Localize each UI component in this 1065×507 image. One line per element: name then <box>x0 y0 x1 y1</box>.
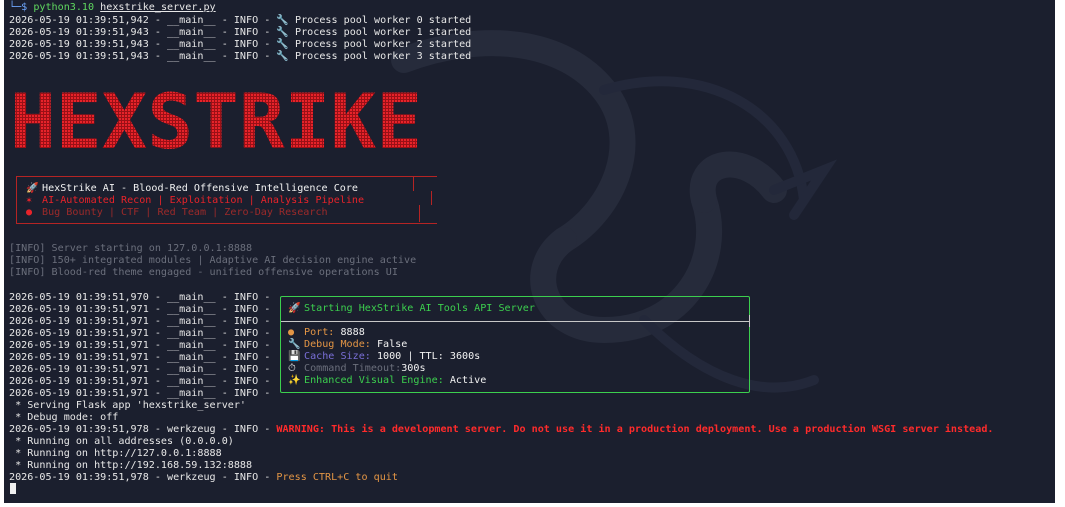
log-line: 2026-05-19 01:39:51,971 - __main__ - INF… <box>9 388 271 399</box>
log-line: 2026-05-19 01:39:51,971 - __main__ - INF… <box>9 328 271 339</box>
warning-text: WARNING: This is a development server. D… <box>276 424 994 435</box>
info-line: [INFO] Server starting on 127.0.0.1:8888 <box>9 243 253 254</box>
log-line: 2026-05-19 01:39:51,971 - __main__ - INF… <box>9 376 271 387</box>
running-all: * Running on all addresses (0.0.0.0) <box>9 436 234 447</box>
running-local: * Running on http://127.0.0.1:8888 <box>9 448 222 459</box>
log-line: 2026-05-19 01:39:51,971 - __main__ - INF… <box>9 304 271 315</box>
core-line-3: ● Bug Bounty | CTF | Red Team | Zero-Day … <box>26 207 328 218</box>
core-line-1: 🚀 HexStrike AI - Blood-Red Offensive Inte… <box>26 183 359 194</box>
orange-circle-icon: ● <box>288 327 295 338</box>
star-icon: ✶ <box>26 195 33 206</box>
core-line-2: ✶ AI-Automated Recon | Exploitation | Ana… <box>26 195 365 206</box>
terminal-cursor <box>10 483 16 494</box>
warning-line: 2026-05-19 01:39:51,978 - werkzeug - INF… <box>9 424 994 435</box>
logo-text: HEXSTRIKE <box>10 82 422 158</box>
wrench-icon: 🔧 <box>288 339 301 350</box>
info-line: [INFO] Blood-red theme engaged - unified… <box>9 267 398 278</box>
log-line: 2026-05-19 01:39:51,971 - __main__ - INF… <box>9 352 271 363</box>
sparkles-icon: ✨ <box>288 375 301 386</box>
log-line: 2026-05-19 01:39:51,971 - __main__ - INF… <box>9 316 271 327</box>
cache-row: 💾 Cache Size: 1000 | TTL: 3600s <box>288 351 481 362</box>
visual-engine-row: ✨ Enhanced Visual Engine: Active <box>288 375 487 386</box>
debug-row: 🔧 Debug Mode: False <box>288 339 408 350</box>
log-line: 2026-05-19 01:39:51,943 - __main__ - INF… <box>9 51 472 62</box>
prompt-arrow: └─$ <box>9 2 28 13</box>
port-row: ● Port: 8888 <box>288 327 365 338</box>
running-lan: * Running on http://192.168.59.132:8888 <box>9 460 253 471</box>
log-line: 2026-05-19 01:39:51,971 - __main__ - INF… <box>9 340 271 351</box>
info-line: [INFO] 150+ integrated modules | Adaptiv… <box>9 255 417 266</box>
script-name: hexstrike_server.py <box>100 2 216 13</box>
quit-hint: Press CTRL+C to quit <box>276 472 398 483</box>
log-line: 2026-05-19 01:39:51,943 - __main__ - INF… <box>9 27 472 38</box>
floppy-disk-icon: 💾 <box>288 351 301 362</box>
rocket-icon: 🚀 <box>26 183 39 194</box>
rocket-icon: 🚀 <box>288 303 301 314</box>
hexstrike-logo: HEXSTRIKE <box>10 82 422 158</box>
python-command: python3.10 <box>33 2 95 13</box>
log-line: 2026-05-19 01:39:51,942 - __main__ - INF… <box>9 15 472 26</box>
stopwatch-icon: ⏱ <box>288 363 296 374</box>
log-line: 2026-05-19 01:39:51,970 - __main__ - INF… <box>9 292 271 303</box>
red-circle-icon: ● <box>26 207 33 218</box>
flask-serving: * Serving Flask app 'hexstrike_server' <box>9 400 247 411</box>
log-line: 2026-05-19 01:39:51,943 - __main__ - INF… <box>9 39 472 50</box>
api-box-title: 🚀 Starting HexStrike AI Tools API Server <box>288 303 535 314</box>
quit-line: 2026-05-19 01:39:51,978 - werkzeug - INF… <box>9 472 398 483</box>
command-prompt-line: └─$ python3.10 hexstrike_server.py <box>9 2 216 14</box>
timeout-row: ⏱ Command Timeout:300s <box>288 363 426 374</box>
log-line: 2026-05-19 01:39:51,971 - __main__ - INF… <box>9 364 271 375</box>
terminal-window[interactable]: └─$ python3.10 hexstrike_server.py 2026-… <box>4 0 1055 503</box>
flask-debug: * Debug mode: off <box>9 412 119 423</box>
